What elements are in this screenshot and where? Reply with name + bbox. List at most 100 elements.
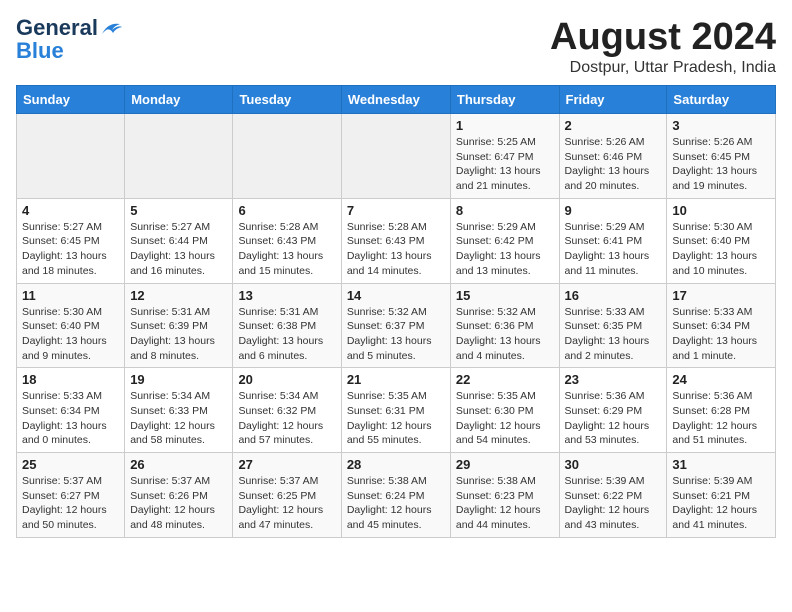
calendar-row: 25 Sunrise: 5:37 AM Sunset: 6:27 PM Dayli… xyxy=(17,453,776,538)
day-number: 30 xyxy=(565,457,662,472)
day-info: Sunrise: 5:36 AM Sunset: 6:29 PM Dayligh… xyxy=(565,389,662,448)
weekday-header-cell: Monday xyxy=(125,86,233,114)
day-info: Sunrise: 5:39 AM Sunset: 6:21 PM Dayligh… xyxy=(672,474,770,533)
day-number: 5 xyxy=(130,203,227,218)
day-info: Sunrise: 5:37 AM Sunset: 6:25 PM Dayligh… xyxy=(238,474,335,533)
day-info: Sunrise: 5:33 AM Sunset: 6:35 PM Dayligh… xyxy=(565,305,662,364)
day-number: 15 xyxy=(456,288,554,303)
weekday-header-cell: Tuesday xyxy=(233,86,341,114)
calendar-cell: 7 Sunrise: 5:28 AM Sunset: 6:43 PM Daylig… xyxy=(341,198,450,283)
day-number: 1 xyxy=(456,118,554,133)
day-number: 8 xyxy=(456,203,554,218)
calendar-row: 1 Sunrise: 5:25 AM Sunset: 6:47 PM Daylig… xyxy=(17,114,776,199)
logo-bird-icon xyxy=(100,20,122,38)
calendar-cell xyxy=(17,114,125,199)
calendar-cell: 2 Sunrise: 5:26 AM Sunset: 6:46 PM Daylig… xyxy=(559,114,667,199)
weekday-header-cell: Thursday xyxy=(450,86,559,114)
weekday-header-cell: Sunday xyxy=(17,86,125,114)
day-number: 25 xyxy=(22,457,119,472)
weekday-header-cell: Saturday xyxy=(667,86,776,114)
logo-blue-text: Blue xyxy=(16,40,64,62)
day-number: 14 xyxy=(347,288,445,303)
day-number: 12 xyxy=(130,288,227,303)
day-number: 20 xyxy=(238,372,335,387)
day-info: Sunrise: 5:28 AM Sunset: 6:43 PM Dayligh… xyxy=(238,220,335,279)
calendar-cell: 25 Sunrise: 5:37 AM Sunset: 6:27 PM Dayli… xyxy=(17,453,125,538)
day-number: 21 xyxy=(347,372,445,387)
day-info: Sunrise: 5:32 AM Sunset: 6:37 PM Dayligh… xyxy=(347,305,445,364)
header: General Blue August 2024 Dostpur, Uttar … xyxy=(16,16,776,77)
calendar-cell: 6 Sunrise: 5:28 AM Sunset: 6:43 PM Daylig… xyxy=(233,198,341,283)
calendar-cell: 28 Sunrise: 5:38 AM Sunset: 6:24 PM Dayli… xyxy=(341,453,450,538)
calendar-cell: 23Sunrise: 5:36 AM Sunset: 6:29 PM Dayli… xyxy=(559,368,667,453)
day-number: 29 xyxy=(456,457,554,472)
day-info: Sunrise: 5:35 AM Sunset: 6:30 PM Dayligh… xyxy=(456,389,554,448)
day-number: 2 xyxy=(565,118,662,133)
calendar-cell: 9 Sunrise: 5:29 AM Sunset: 6:41 PM Daylig… xyxy=(559,198,667,283)
logo: General Blue xyxy=(16,16,122,62)
day-info: Sunrise: 5:38 AM Sunset: 6:23 PM Dayligh… xyxy=(456,474,554,533)
calendar-body: 1 Sunrise: 5:25 AM Sunset: 6:47 PM Daylig… xyxy=(17,114,776,538)
calendar-cell: 14 Sunrise: 5:32 AM Sunset: 6:37 PM Dayli… xyxy=(341,283,450,368)
day-info: Sunrise: 5:37 AM Sunset: 6:27 PM Dayligh… xyxy=(22,474,119,533)
day-info: Sunrise: 5:34 AM Sunset: 6:33 PM Dayligh… xyxy=(130,389,227,448)
calendar-cell xyxy=(233,114,341,199)
title-area: August 2024 Dostpur, Uttar Pradesh, Indi… xyxy=(550,16,776,77)
day-info: Sunrise: 5:33 AM Sunset: 6:34 PM Dayligh… xyxy=(22,389,119,448)
logo-text: General xyxy=(16,16,122,40)
day-info: Sunrise: 5:34 AM Sunset: 6:32 PM Dayligh… xyxy=(238,389,335,448)
day-number: 11 xyxy=(22,288,119,303)
day-info: Sunrise: 5:39 AM Sunset: 6:22 PM Dayligh… xyxy=(565,474,662,533)
day-info: Sunrise: 5:30 AM Sunset: 6:40 PM Dayligh… xyxy=(672,220,770,279)
day-number: 7 xyxy=(347,203,445,218)
weekday-header-cell: Friday xyxy=(559,86,667,114)
day-number: 6 xyxy=(238,203,335,218)
calendar-cell: 19 Sunrise: 5:34 AM Sunset: 6:33 PM Dayli… xyxy=(125,368,233,453)
day-info: Sunrise: 5:26 AM Sunset: 6:46 PM Dayligh… xyxy=(565,135,662,194)
calendar-cell: 24 Sunrise: 5:36 AM Sunset: 6:28 PM Dayli… xyxy=(667,368,776,453)
day-info: Sunrise: 5:37 AM Sunset: 6:26 PM Dayligh… xyxy=(130,474,227,533)
day-info: Sunrise: 5:29 AM Sunset: 6:41 PM Dayligh… xyxy=(565,220,662,279)
day-number: 31 xyxy=(672,457,770,472)
day-info: Sunrise: 5:26 AM Sunset: 6:45 PM Dayligh… xyxy=(672,135,770,194)
day-info: Sunrise: 5:25 AM Sunset: 6:47 PM Dayligh… xyxy=(456,135,554,194)
calendar-cell: 3 Sunrise: 5:26 AM Sunset: 6:45 PM Daylig… xyxy=(667,114,776,199)
weekday-header-row: SundayMondayTuesdayWednesdayThursdayFrid… xyxy=(17,86,776,114)
calendar-cell: 16 Sunrise: 5:33 AM Sunset: 6:35 PM Dayli… xyxy=(559,283,667,368)
day-info: Sunrise: 5:27 AM Sunset: 6:45 PM Dayligh… xyxy=(22,220,119,279)
calendar-cell: 17Sunrise: 5:33 AM Sunset: 6:34 PM Dayli… xyxy=(667,283,776,368)
day-number: 19 xyxy=(130,372,227,387)
day-info: Sunrise: 5:35 AM Sunset: 6:31 PM Dayligh… xyxy=(347,389,445,448)
calendar-cell: 5 Sunrise: 5:27 AM Sunset: 6:44 PM Daylig… xyxy=(125,198,233,283)
day-info: Sunrise: 5:31 AM Sunset: 6:39 PM Dayligh… xyxy=(130,305,227,364)
day-info: Sunrise: 5:38 AM Sunset: 6:24 PM Dayligh… xyxy=(347,474,445,533)
calendar-cell: 27 Sunrise: 5:37 AM Sunset: 6:25 PM Dayli… xyxy=(233,453,341,538)
day-number: 17 xyxy=(672,288,770,303)
calendar-cell: 31 Sunrise: 5:39 AM Sunset: 6:21 PM Dayli… xyxy=(667,453,776,538)
calendar-cell: 22Sunrise: 5:35 AM Sunset: 6:30 PM Dayli… xyxy=(450,368,559,453)
calendar-cell: 21 Sunrise: 5:35 AM Sunset: 6:31 PM Dayli… xyxy=(341,368,450,453)
day-info: Sunrise: 5:36 AM Sunset: 6:28 PM Dayligh… xyxy=(672,389,770,448)
calendar-cell: 11 Sunrise: 5:30 AM Sunset: 6:40 PM Dayli… xyxy=(17,283,125,368)
day-number: 3 xyxy=(672,118,770,133)
day-number: 27 xyxy=(238,457,335,472)
month-title: August 2024 xyxy=(550,16,776,59)
day-number: 26 xyxy=(130,457,227,472)
day-number: 4 xyxy=(22,203,119,218)
day-info: Sunrise: 5:28 AM Sunset: 6:43 PM Dayligh… xyxy=(347,220,445,279)
calendar-cell xyxy=(341,114,450,199)
calendar-cell: 13Sunrise: 5:31 AM Sunset: 6:38 PM Dayli… xyxy=(233,283,341,368)
day-info: Sunrise: 5:30 AM Sunset: 6:40 PM Dayligh… xyxy=(22,305,119,364)
calendar-cell: 10Sunrise: 5:30 AM Sunset: 6:40 PM Dayli… xyxy=(667,198,776,283)
calendar-table: SundayMondayTuesdayWednesdayThursdayFrid… xyxy=(16,85,776,538)
day-number: 9 xyxy=(565,203,662,218)
day-number: 16 xyxy=(565,288,662,303)
calendar-cell: 15Sunrise: 5:32 AM Sunset: 6:36 PM Dayli… xyxy=(450,283,559,368)
day-info: Sunrise: 5:27 AM Sunset: 6:44 PM Dayligh… xyxy=(130,220,227,279)
day-number: 18 xyxy=(22,372,119,387)
day-number: 24 xyxy=(672,372,770,387)
day-number: 28 xyxy=(347,457,445,472)
calendar-cell xyxy=(125,114,233,199)
location-title: Dostpur, Uttar Pradesh, India xyxy=(550,59,776,77)
calendar-cell: 26 Sunrise: 5:37 AM Sunset: 6:26 PM Dayli… xyxy=(125,453,233,538)
